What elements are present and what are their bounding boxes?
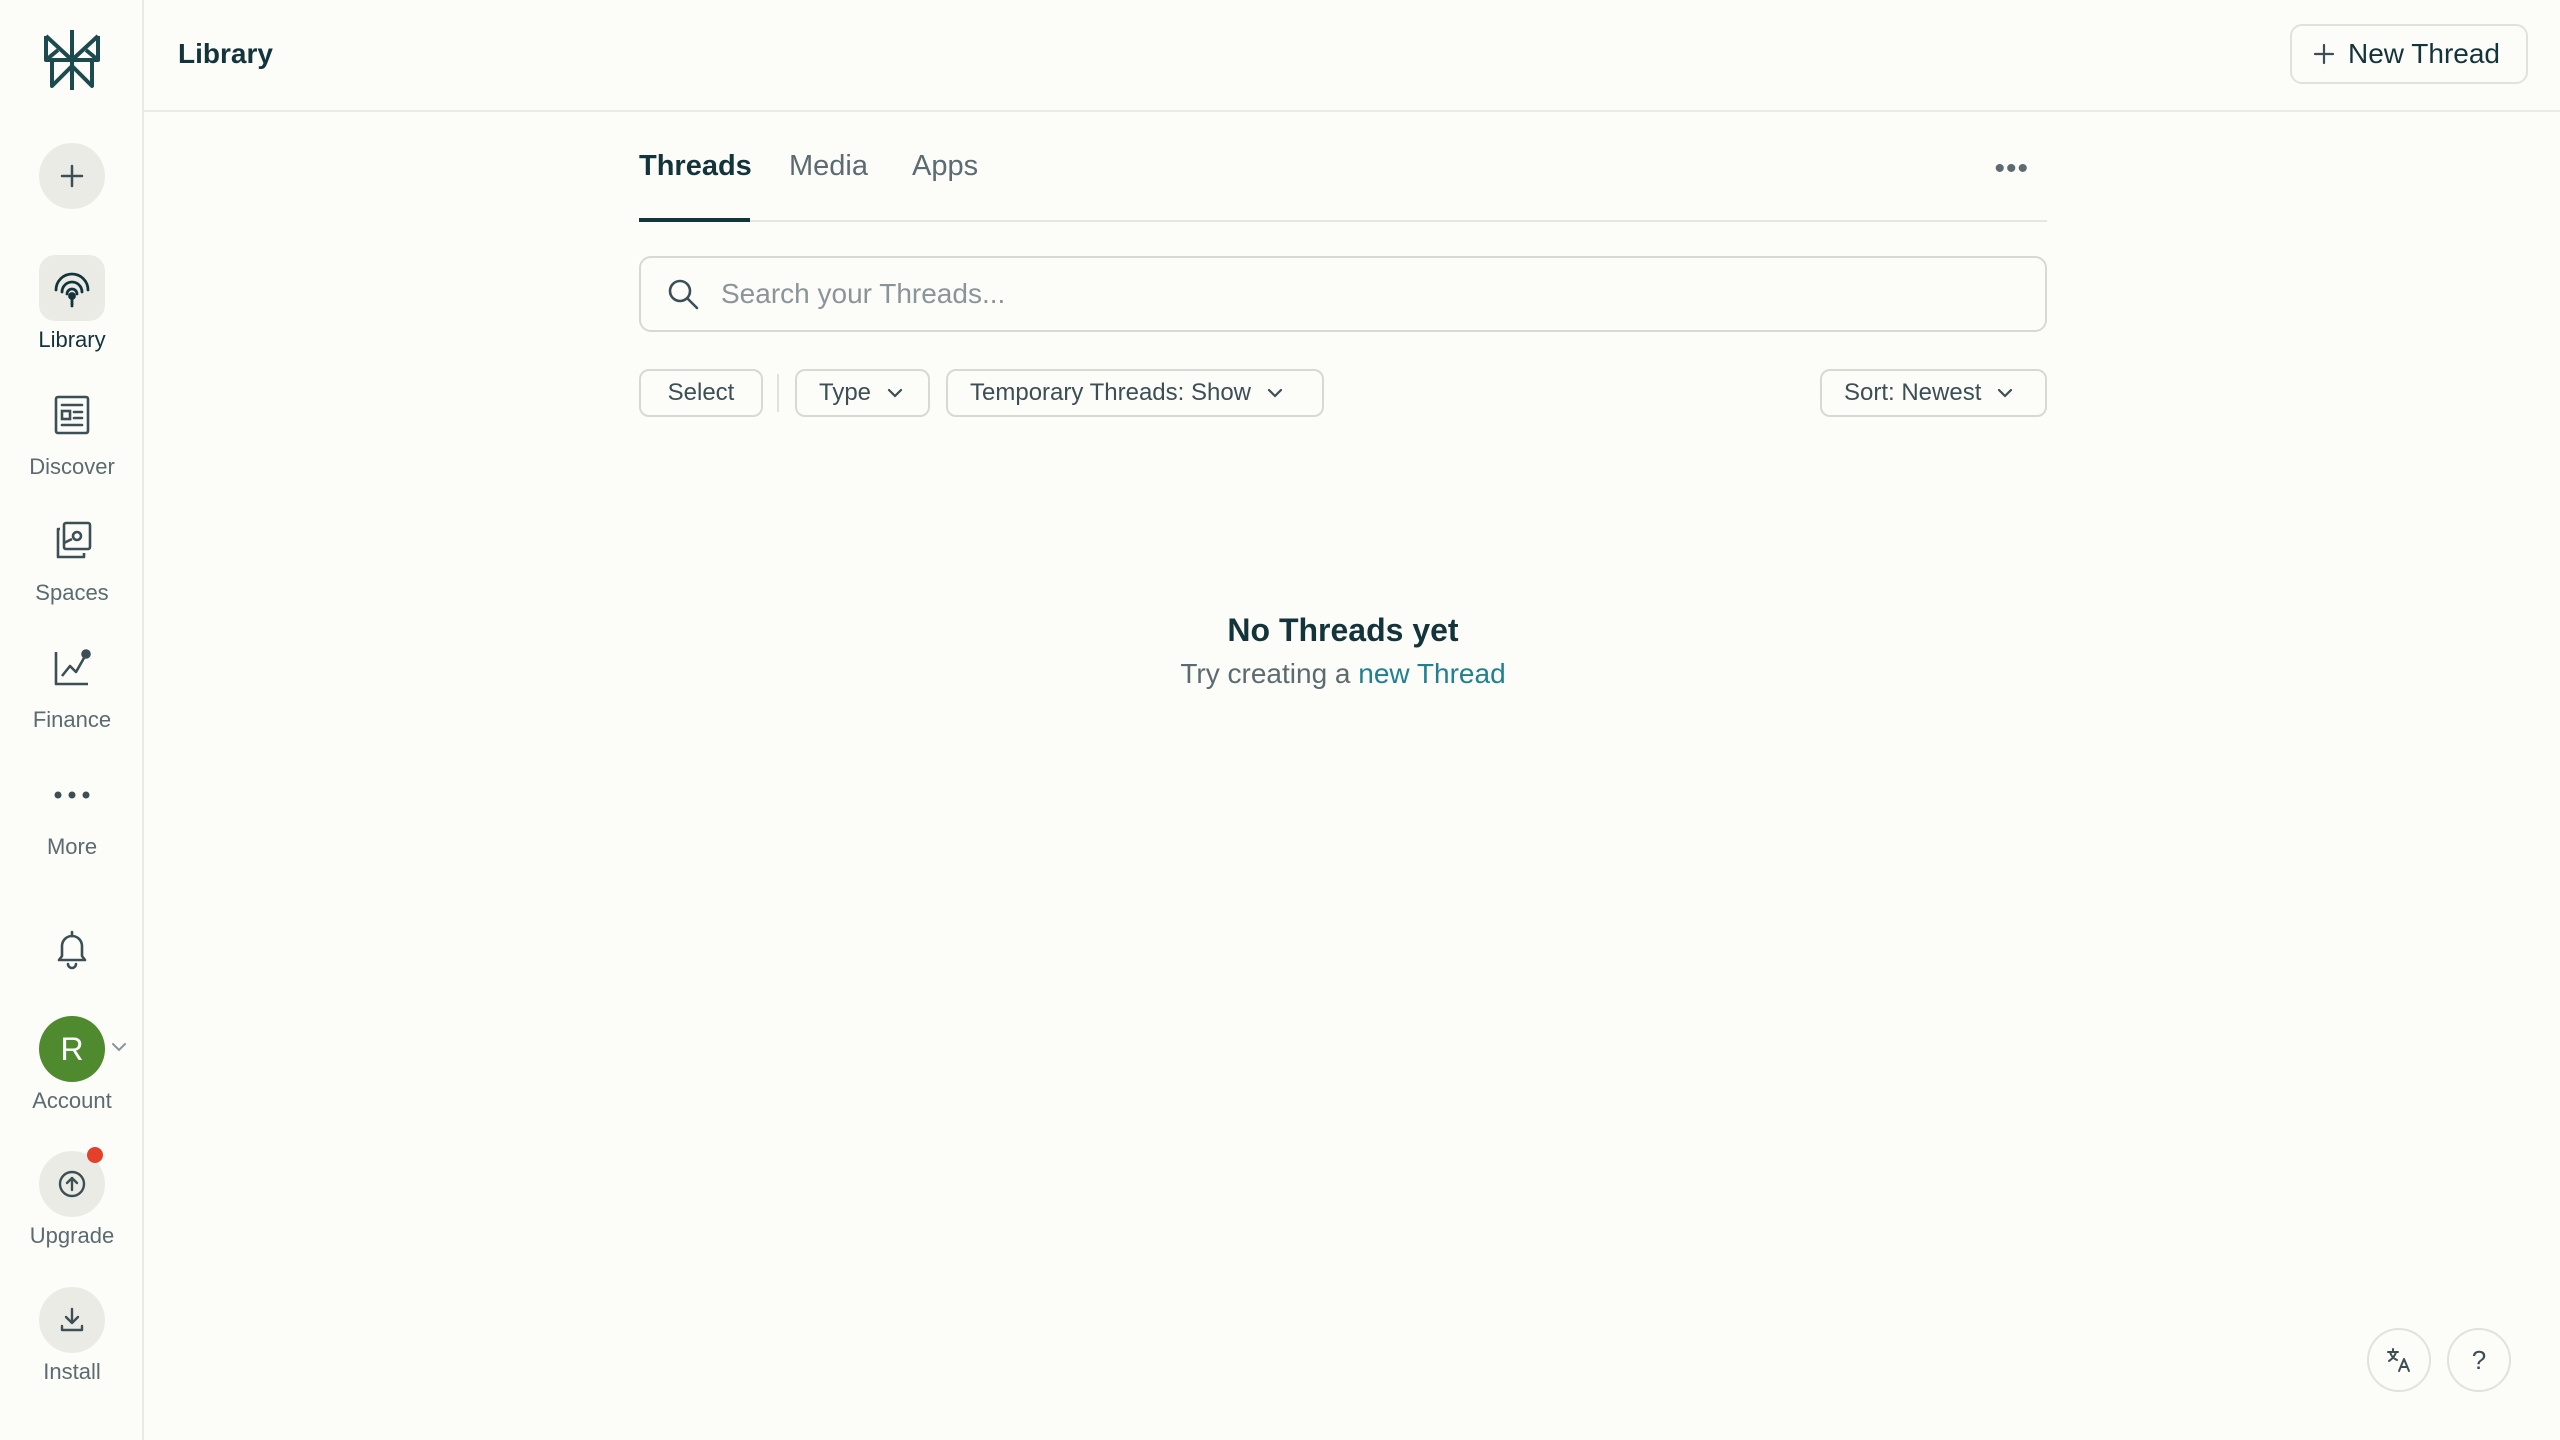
search-box: [639, 256, 2047, 332]
account-label: Account: [32, 1088, 112, 1113]
perplexity-logo-icon[interactable]: [38, 26, 106, 94]
empty-state-title: No Threads yet: [1227, 612, 1459, 648]
sidebar-item-install[interactable]: Install: [0, 1287, 144, 1385]
sidebar-item-label: Spaces: [35, 580, 109, 605]
notification-dot: [87, 1147, 103, 1163]
sidebar-item-label: Upgrade: [29, 1223, 115, 1248]
finance-icon: [54, 649, 91, 686]
new-thread-sidebar-button[interactable]: [39, 143, 105, 209]
type-label: Type: [819, 379, 872, 406]
avatar-initial: R: [60, 1030, 84, 1067]
more-icon: [54, 791, 90, 799]
avatar[interactable]: R: [39, 1016, 105, 1082]
sort-dropdown[interactable]: Sort: Newest: [1820, 369, 2047, 417]
bell-icon[interactable]: [50, 926, 94, 970]
discover-icon: [54, 395, 90, 435]
chevron-down-icon[interactable]: [110, 1040, 128, 1059]
sidebar-item-upgrade[interactable]: Upgrade: [0, 1147, 144, 1249]
empty-state-prefix: Try creating a: [1180, 658, 1351, 689]
help-button[interactable]: ?: [2447, 1328, 2511, 1392]
select-label: Select: [667, 379, 735, 406]
sidebar-item-spaces[interactable]: Spaces: [0, 508, 144, 606]
chevron-down-icon: [887, 388, 903, 398]
sidebar-item-library[interactable]: Library: [0, 255, 144, 353]
top-bar: Library New Thread: [144, 0, 2560, 112]
sidebar-item-label: Install: [43, 1359, 101, 1384]
sidebar-item-discover[interactable]: Discover: [0, 382, 144, 480]
new-thread-label: New Thread: [2347, 38, 2500, 69]
language-button[interactable]: [2367, 1328, 2431, 1392]
tab-media[interactable]: Media: [789, 150, 868, 183]
search-input[interactable]: [719, 277, 2003, 311]
new-thread-button[interactable]: New Thread: [2289, 24, 2528, 84]
sidebar: Library Discover Spaces Finance More R A…: [0, 0, 144, 1440]
help-icon: ?: [2471, 1344, 2487, 1375]
temporary-threads-dropdown[interactable]: Temporary Threads: Show: [946, 369, 1324, 417]
sidebar-item-more[interactable]: More: [0, 762, 144, 860]
temporary-threads-label: Temporary Threads: Show: [970, 379, 1252, 406]
search-icon: [668, 279, 699, 310]
spaces-icon: [56, 521, 92, 559]
sidebar-item-label: Finance: [32, 707, 112, 732]
sidebar-item-label: Library: [38, 327, 106, 352]
select-button[interactable]: Select: [639, 369, 763, 417]
sidebar-item-finance[interactable]: Finance: [0, 635, 144, 733]
library-icon: [54, 272, 90, 308]
account-label-wrap: Account: [0, 1088, 144, 1114]
chevron-down-icon: [1998, 388, 2013, 398]
more-options-icon[interactable]: •••: [1994, 152, 2029, 186]
sidebar-item-label: Discover: [29, 454, 115, 479]
plus-icon: [60, 164, 84, 188]
active-tab-indicator: [639, 218, 750, 222]
library-tabs: Threads Media Apps •••: [639, 140, 2047, 222]
download-icon: [60, 1307, 84, 1332]
sort-label: Sort: Newest: [1844, 379, 1982, 406]
sidebar-item-label: More: [46, 834, 98, 859]
divider: [777, 374, 779, 412]
empty-state-subtitle: Try creating a new Thread: [639, 658, 2047, 690]
new-thread-link[interactable]: new Thread: [1358, 658, 1505, 689]
page-title: Library: [178, 38, 273, 69]
chevron-down-icon: [1267, 388, 1283, 398]
translate-icon: [2387, 1348, 2410, 1372]
type-dropdown[interactable]: Type: [795, 369, 930, 417]
tab-threads[interactable]: Threads: [639, 150, 752, 183]
tab-apps[interactable]: Apps: [912, 150, 978, 183]
upgrade-arrow-icon: [58, 1170, 86, 1198]
plus-icon: [2313, 43, 2335, 65]
